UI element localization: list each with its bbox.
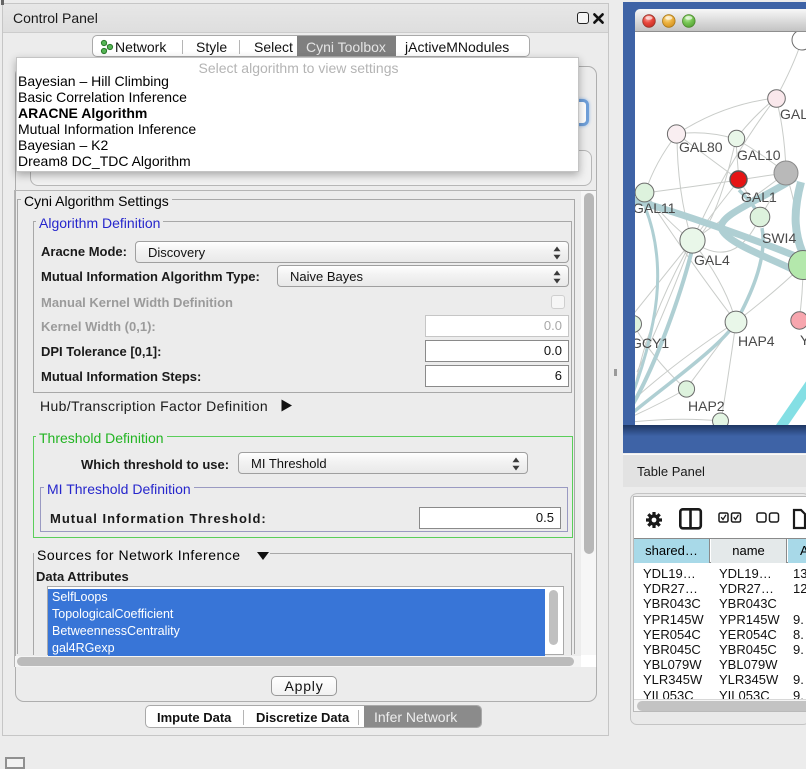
svg-text:GAL1: GAL1 (741, 189, 777, 205)
svg-text:GCY1: GCY1 (635, 335, 669, 351)
svg-text:GAL7: GAL7 (780, 106, 806, 122)
svg-text:GAL10: GAL10 (737, 147, 781, 163)
svg-text:GAL4: GAL4 (694, 252, 730, 268)
svg-text:HAP2: HAP2 (688, 398, 725, 414)
svg-text:HAP4: HAP4 (738, 333, 775, 349)
svg-text:GAL80: GAL80 (679, 139, 723, 155)
svg-text:GAL11: GAL11 (635, 200, 676, 216)
svg-text:Y: Y (800, 332, 806, 348)
svg-text:SWI4: SWI4 (762, 230, 796, 246)
